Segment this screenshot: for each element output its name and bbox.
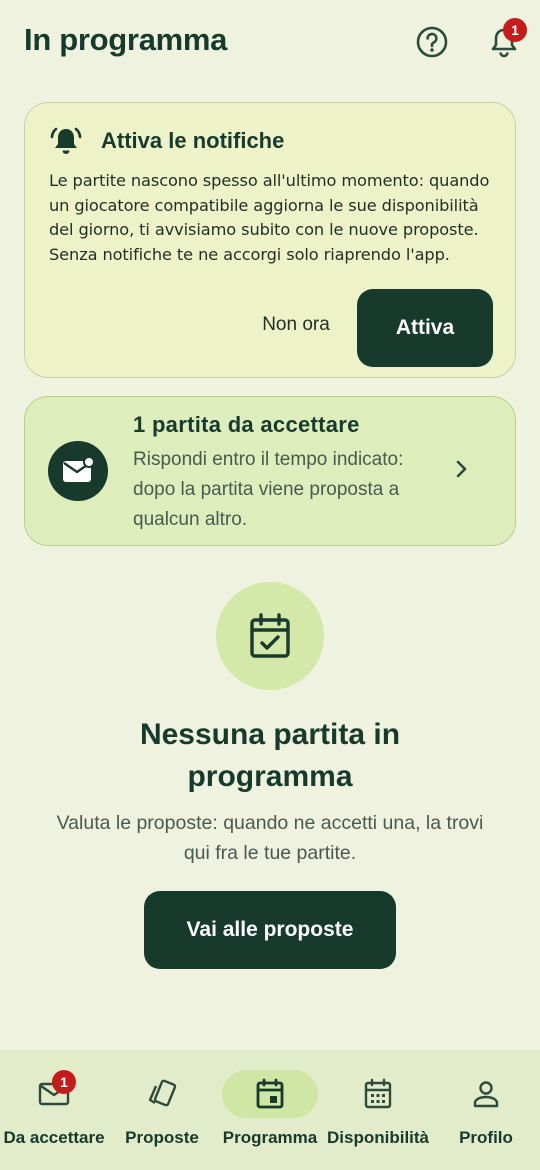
cards-icon — [148, 1079, 177, 1107]
notification-count-badge: 1 — [503, 18, 527, 42]
bottom-navigation: 1 Da accettare Proposte Programma Dispon… — [0, 1050, 540, 1170]
calendar-event-icon — [256, 1078, 284, 1109]
nav-pill — [126, 1070, 198, 1118]
da-accettare-badge: 1 — [52, 1070, 76, 1094]
pending-description: Rispondi entro il tempo indicato: dopo l… — [133, 449, 404, 530]
mail-alert-icon-badge — [48, 441, 108, 501]
nav-label: Da accettare — [3, 1128, 105, 1147]
notif-card-header: Attiva le notifiche — [49, 125, 284, 157]
nav-pill — [342, 1070, 414, 1118]
notif-card-body: Le partite nascono spesso all'ultimo mom… — [49, 171, 490, 264]
chevron-right-icon — [456, 460, 467, 478]
not-now-button[interactable]: Non ora — [251, 314, 341, 336]
empty-state-description: Valuta le proposte: quando ne accetti un… — [56, 812, 484, 864]
nav-pill-active — [222, 1070, 318, 1118]
go-to-proposals-button[interactable]: Vai alle proposte — [144, 891, 396, 969]
nav-item-profilo[interactable]: Profilo — [432, 1050, 540, 1170]
pending-title: 1 partita da accettare — [133, 412, 360, 437]
empty-state-illustration — [216, 582, 324, 690]
help-icon — [416, 26, 448, 58]
nav-item-proposte[interactable]: Proposte — [108, 1050, 216, 1170]
enable-notifications-card: Attiva le notifiche Le partite nascono s… — [24, 102, 516, 378]
page-title: In programma — [24, 22, 228, 57]
bell-ringing-icon — [50, 127, 82, 154]
pending-match-card[interactable]: 1 partita da accettare Rispondi entro il… — [24, 396, 516, 546]
mail-alert-icon — [63, 457, 95, 482]
notif-card-title: Attiva le notifiche — [101, 128, 285, 153]
person-icon — [473, 1081, 499, 1108]
activate-notifications-button[interactable]: Attiva — [357, 289, 493, 367]
nav-label: Proposte — [125, 1128, 199, 1147]
calendar-check-icon — [250, 613, 290, 658]
notifications-button[interactable]: 1 — [486, 18, 527, 60]
nav-label: Disponibilità — [327, 1128, 429, 1147]
nav-pill — [450, 1070, 522, 1118]
top-app-bar: In programma 1 — [0, 0, 540, 86]
nav-label: Profilo — [459, 1128, 513, 1147]
nav-label: Programma — [222, 1128, 318, 1147]
nav-item-programma[interactable]: Programma — [216, 1050, 324, 1170]
calendar-grid-icon — [364, 1078, 392, 1109]
nav-item-da-accettare[interactable]: 1 Da accettare — [0, 1050, 108, 1170]
nav-item-disponibilita[interactable]: Disponibilità — [324, 1050, 432, 1170]
help-button[interactable] — [414, 24, 450, 60]
empty-state-title: Nessuna partita in programma — [139, 718, 401, 793]
